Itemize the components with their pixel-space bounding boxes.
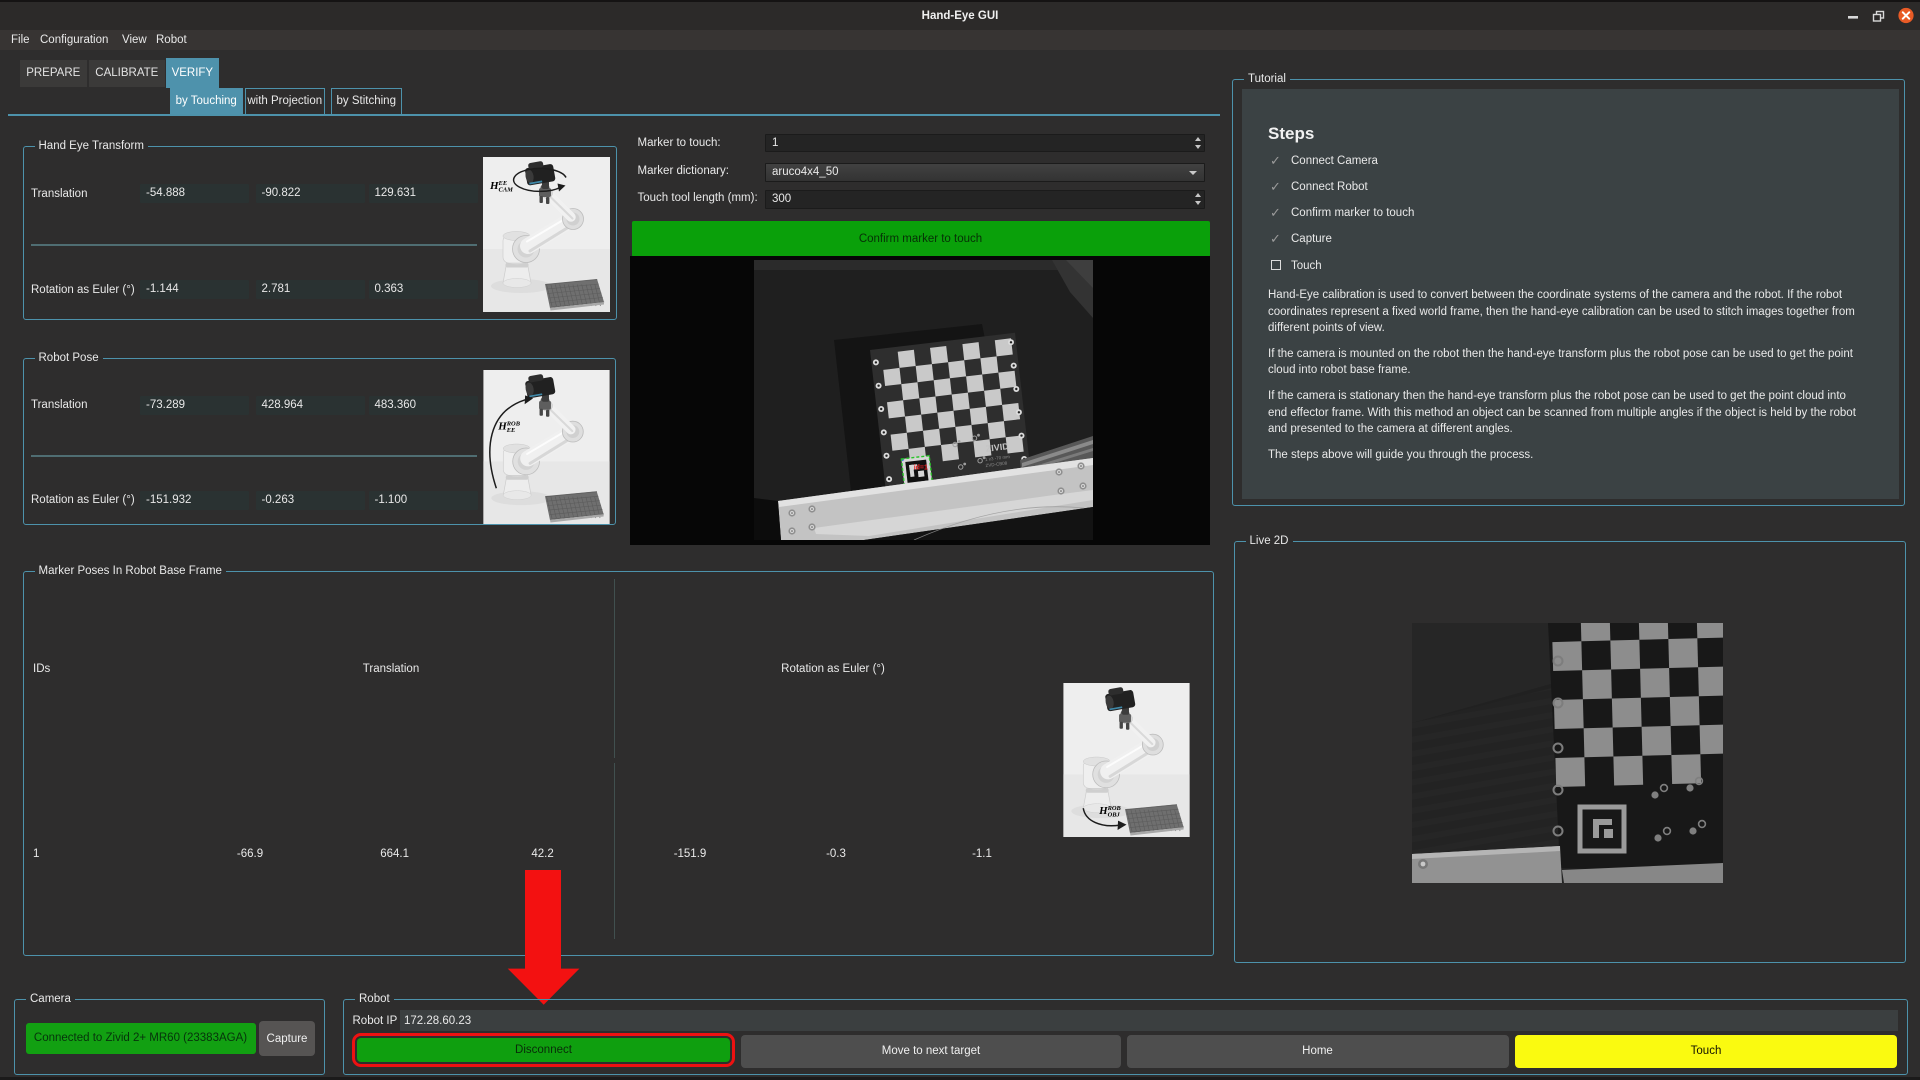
svg-text:OBJ: OBJ	[1108, 811, 1121, 818]
svg-text:H: H	[489, 180, 499, 192]
svg-text:CAM: CAM	[498, 186, 513, 193]
svg-text:id=1: id=1	[913, 465, 927, 472]
svg-text:EE: EE	[505, 427, 515, 434]
